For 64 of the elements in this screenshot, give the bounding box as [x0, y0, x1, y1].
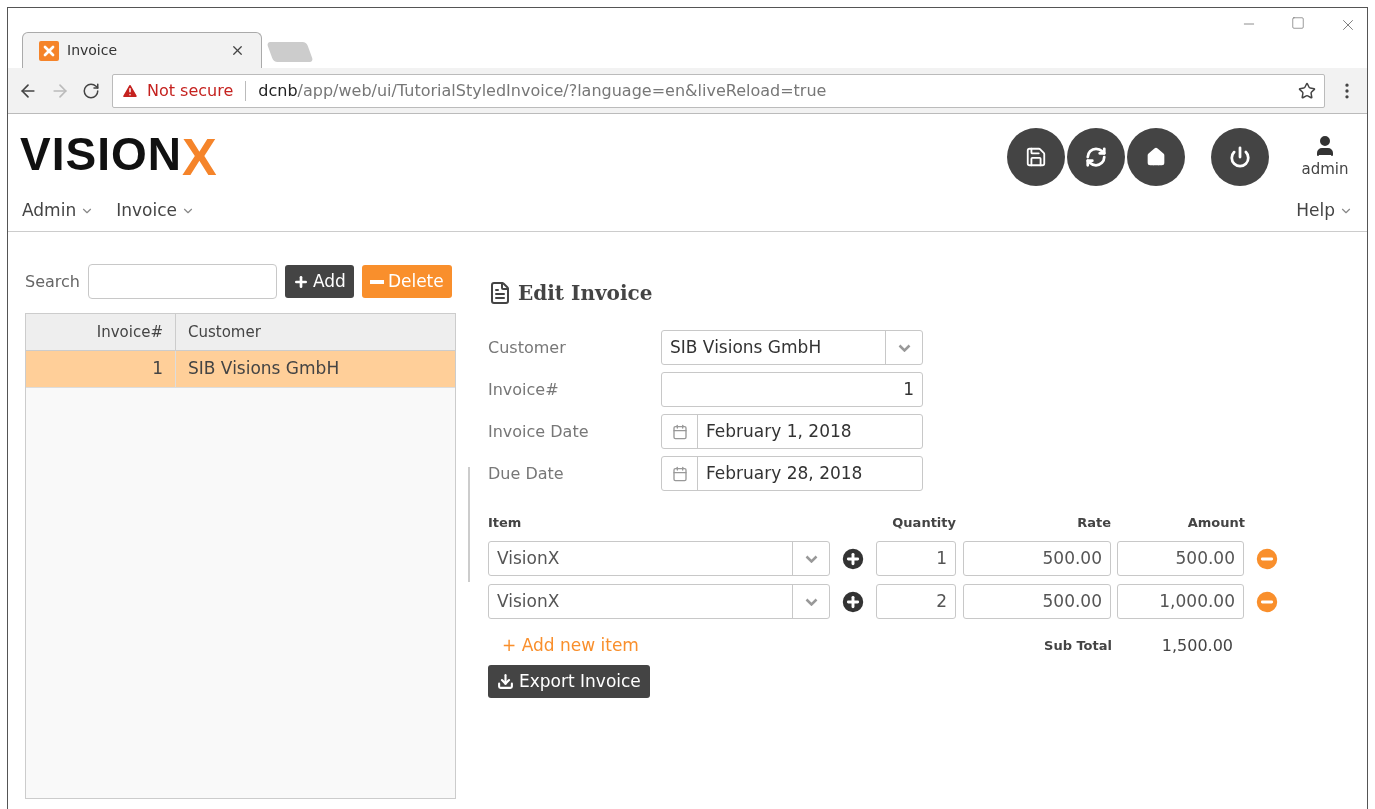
logout-button[interactable]	[1211, 128, 1269, 186]
refresh-icon	[1085, 146, 1107, 168]
save-icon	[1025, 146, 1047, 168]
logo: VISIONX	[20, 131, 219, 183]
column-header[interactable]: Invoice#	[26, 314, 176, 350]
item-select[interactable]: VisionX	[488, 584, 830, 619]
table-cell-text: SIB Visions GmbH	[187, 357, 341, 381]
quantity-field[interactable]: 1	[876, 541, 956, 576]
amount-field[interactable]: 500.00	[1117, 541, 1244, 576]
home-button[interactable]	[1127, 128, 1185, 186]
search-label: Search	[25, 270, 80, 293]
export-button[interactable]: Export Invoice	[488, 665, 650, 698]
menu-item[interactable]: Invoice	[116, 197, 195, 224]
power-icon	[1229, 146, 1251, 168]
help-menu[interactable]: Help	[1296, 197, 1353, 224]
reload-icon[interactable]	[82, 81, 100, 100]
url-text: dcnb/app/web/ui/TutorialStyledInvoice/?language=en&liveReload=true	[258, 79, 828, 102]
calendar-icon	[671, 423, 688, 440]
minus-icon	[369, 279, 384, 284]
chevron-down-icon	[804, 597, 818, 606]
calendar-icon	[671, 465, 688, 482]
star-icon[interactable]	[1298, 81, 1316, 100]
search-field[interactable]	[87, 264, 277, 299]
close-icon[interactable]	[230, 43, 245, 58]
column-header: Quantity	[891, 514, 956, 533]
field-label: Due Date	[488, 462, 565, 485]
tab-title: Invoice	[67, 41, 119, 60]
input-field[interactable]: 1	[661, 372, 923, 407]
column-header: Item	[488, 514, 523, 533]
date-field[interactable]: February 1, 2018	[661, 414, 923, 449]
column-header[interactable]: Customer	[176, 314, 455, 350]
table-row[interactable]: 1 SIB Visions GmbH	[26, 351, 455, 388]
quantity-field[interactable]: 2	[876, 584, 956, 619]
table-cell: 1	[26, 351, 176, 387]
subtotal-value: 1,500.00	[1160, 635, 1234, 657]
amount-field[interactable]: 1,000.00	[1117, 584, 1244, 619]
customer-select[interactable]: SIB Visions GmbH	[661, 330, 923, 365]
document-icon	[488, 281, 512, 305]
download-icon	[497, 673, 514, 690]
form-title: Edit Invoice	[518, 280, 653, 307]
field-label: Customer	[488, 336, 567, 359]
date-field[interactable]: February 28, 2018	[661, 456, 923, 491]
column-header: Rate	[1076, 514, 1111, 533]
field-label: Invoice#	[488, 378, 560, 401]
rate-field[interactable]: 500.00	[963, 584, 1111, 619]
chevron-down-icon	[804, 554, 818, 563]
chevron-down-icon	[897, 343, 911, 352]
user-menu[interactable]: admin	[1295, 133, 1355, 181]
rate-field[interactable]: 500.00	[963, 541, 1111, 576]
security-label: Not secure	[147, 79, 234, 102]
refresh-button[interactable]	[1067, 128, 1125, 186]
browser-tab[interactable]: Invoice	[22, 32, 262, 68]
field-label: Invoice Date	[488, 420, 590, 443]
column-header: Amount	[1186, 514, 1245, 533]
add-button[interactable]: Add	[284, 265, 354, 298]
splitter-handle[interactable]	[468, 467, 470, 582]
app-logo-icon	[39, 40, 59, 61]
item-select[interactable]: VisionX	[488, 541, 830, 576]
menu-item[interactable]: Admin	[22, 197, 95, 224]
address-bar[interactable]: Not secure dcnb/app/web/ui/TutorialStyledInvoice/?language=en&liveReload=true	[112, 73, 1325, 108]
home-icon	[1146, 147, 1166, 167]
plus-icon	[292, 273, 309, 290]
subtotal-label: Sub Total	[1043, 637, 1112, 656]
save-button[interactable]	[1007, 128, 1065, 186]
